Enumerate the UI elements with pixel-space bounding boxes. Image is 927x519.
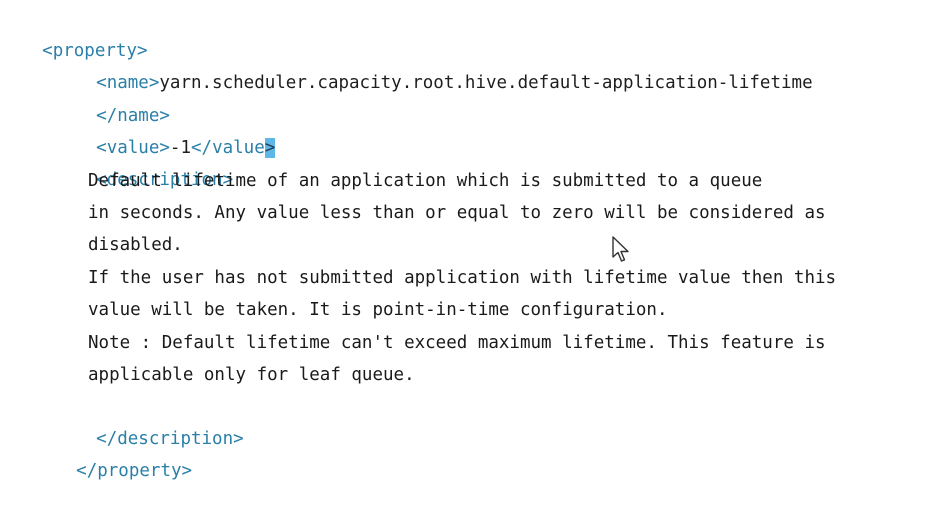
code-line-property-close: </property> — [34, 423, 192, 481]
code-line-value: <value>-1</value> — [54, 100, 276, 158]
code-line-description-open: <description> — [54, 132, 233, 190]
description-text-line-7: applicable only for leaf queue. — [88, 365, 415, 385]
text-selection: > — [264, 138, 276, 158]
description-text-line-5: value will be taken. It is point-in-time… — [88, 300, 668, 320]
name-value: yarn.scheduler.capacity.root.hive.defaul… — [159, 73, 813, 93]
code-line-description-close: </description> — [54, 391, 244, 449]
mouse-pointer-icon — [612, 236, 629, 262]
description-text-line-4: If the user has not submitted applicatio… — [88, 268, 837, 288]
code-line-name-close: </name> — [54, 68, 170, 126]
code-line-property-open: <property> — [0, 3, 147, 61]
code-line-name: <name>yarn.scheduler.capacity.root.hive.… — [54, 35, 812, 93]
description-text-line-3: disabled. — [88, 235, 183, 255]
description-text-line-6: Note : Default lifetime can't exceed max… — [88, 333, 826, 353]
description-text-line-2: in seconds. Any value less than or equal… — [88, 203, 826, 223]
description-text-line-1: Default lifetime of an application which… — [88, 171, 763, 191]
property-close-tag: </property> — [76, 461, 193, 481]
xml-editor[interactable]: <property> <name>yarn.scheduler.capacity… — [0, 0, 927, 481]
